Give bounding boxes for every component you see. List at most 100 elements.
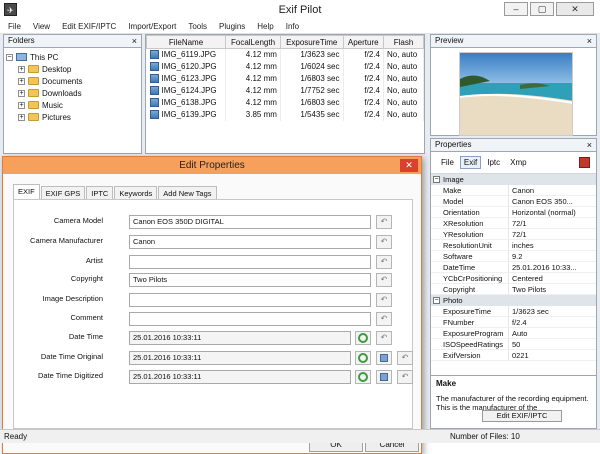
close-button[interactable]: ✕ — [556, 2, 594, 16]
menu-info[interactable]: Info — [286, 20, 299, 33]
expand-icon[interactable]: + — [18, 89, 25, 97]
tree-item-downloads[interactable]: + Downloads — [6, 87, 139, 99]
tab-keywords[interactable]: Keywords — [114, 186, 158, 199]
revert-icon[interactable]: ↶ — [376, 293, 392, 307]
revert-icon[interactable]: ↶ — [376, 312, 392, 326]
copyright-input[interactable]: Two Pilots — [129, 273, 371, 287]
expand-icon[interactable]: + — [18, 113, 25, 121]
revert-icon[interactable]: ↶ — [376, 235, 392, 249]
property-row[interactable]: ISOSpeedRatings 50 — [431, 339, 596, 350]
table-row[interactable]: IMG_6124.JPG 4.12 mm 1/7752 sec f/2.4 No… — [146, 84, 425, 97]
tab-add-new-tags[interactable]: Add New Tags — [158, 186, 217, 199]
section-image[interactable]: − Image — [431, 174, 596, 185]
menu-file[interactable]: File — [8, 20, 21, 33]
expand-icon[interactable]: + — [18, 77, 25, 85]
status-text: Ready — [4, 432, 28, 441]
property-row[interactable]: Copyright Two Pilots — [431, 284, 596, 295]
folder-tree: − This PC + Desktop + Documents + Downlo… — [4, 48, 141, 126]
date-time-input[interactable]: 25.01.2016 10:33:11 — [129, 331, 351, 345]
folders-close-icon[interactable]: × — [132, 35, 137, 47]
artist-input[interactable] — [129, 255, 371, 269]
column-header-exposure-time[interactable]: ExposureTime — [279, 35, 344, 49]
revert-icon[interactable]: ↶ — [376, 255, 392, 269]
aperture: f/2.4 — [343, 72, 384, 85]
expand-icon[interactable]: + — [18, 65, 25, 73]
menu-help[interactable]: Help — [257, 20, 273, 33]
menu-plugins[interactable]: Plugins — [219, 20, 245, 33]
column-header-focal-length[interactable]: FocalLength — [225, 35, 281, 49]
property-value: Auto — [512, 329, 528, 338]
properties-close-icon[interactable]: × — [587, 139, 592, 151]
property-row[interactable]: XResolution 72/1 — [431, 218, 596, 229]
tab-iptc[interactable]: Iptc — [483, 156, 504, 169]
tab-xmp[interactable]: Xmp — [506, 156, 530, 169]
property-row[interactable]: YResolution 72/1 — [431, 229, 596, 240]
table-row[interactable]: IMG_6119.JPG 4.12 mm 1/3623 sec f/2.4 No… — [146, 48, 425, 61]
tree-item-music[interactable]: + Music — [6, 99, 139, 111]
property-row[interactable]: Orientation Horizontal (normal) — [431, 207, 596, 218]
property-row[interactable]: Software 9.2 — [431, 251, 596, 262]
clock-icon[interactable] — [355, 351, 371, 365]
clock-icon[interactable] — [355, 331, 371, 345]
tab-iptc[interactable]: IPTC — [86, 186, 114, 199]
property-row[interactable]: FNumber f/2.4 — [431, 317, 596, 328]
minimize-button[interactable]: – — [504, 2, 528, 16]
table-row[interactable]: IMG_6123.JPG 4.12 mm 1/6803 sec f/2.4 No… — [146, 72, 425, 85]
maximize-button[interactable]: ▢ — [530, 2, 554, 16]
tab-exif[interactable]: EXIF — [13, 184, 40, 199]
property-row[interactable]: Model Canon EOS 350... — [431, 196, 596, 207]
camera-manufacturer-input[interactable]: Canon — [129, 235, 371, 249]
dialog-tabs: EXIF EXIF GPS IPTC Keywords Add New Tags — [13, 184, 218, 199]
collapse-icon[interactable]: − — [433, 176, 440, 183]
menu-view[interactable]: View — [33, 20, 50, 33]
edit-exif-iptc-button[interactable]: Edit EXIF/IPTC — [482, 410, 562, 422]
date-time-original-input[interactable]: 25.01.2016 10:33:11 — [129, 351, 351, 365]
table-row[interactable]: IMG_6120.JPG 4.12 mm 1/6024 sec f/2.4 No… — [146, 60, 425, 73]
property-row[interactable]: ResolutionUnit inches — [431, 240, 596, 251]
revert-icon[interactable]: ↶ — [376, 215, 392, 229]
revert-icon[interactable]: ↶ — [376, 331, 392, 345]
dialog-close-button[interactable]: ✕ — [400, 159, 418, 172]
copy-icon[interactable] — [376, 370, 392, 384]
expand-icon[interactable]: + — [18, 101, 25, 109]
menu-tools[interactable]: Tools — [188, 20, 207, 33]
column-header-aperture[interactable]: Aperture — [342, 35, 384, 49]
table-row[interactable]: IMG_6139.JPG 3.85 mm 1/5435 sec f/2.4 No… — [146, 108, 425, 121]
export-icon[interactable] — [579, 157, 590, 168]
menu-edit-exif-iptc[interactable]: Edit EXIF/IPTC — [62, 20, 116, 33]
revert-icon[interactable]: ↶ — [397, 351, 413, 365]
section-photo[interactable]: − Photo — [431, 295, 596, 306]
camera-model-input[interactable]: Canon EOS 350D DIGITAL — [129, 215, 371, 229]
copy-icon[interactable] — [376, 351, 392, 365]
image-description-input[interactable] — [129, 293, 371, 307]
description-title: Make — [436, 379, 457, 388]
tab-file[interactable]: File — [437, 156, 458, 169]
revert-icon[interactable]: ↶ — [376, 273, 392, 287]
file-count: Number of Files: 10 — [450, 432, 520, 441]
date-time-digitized-input[interactable]: 25.01.2016 10:33:11 — [129, 370, 351, 384]
tab-exif[interactable]: Exif — [459, 156, 482, 169]
preview-close-icon[interactable]: × — [587, 35, 592, 47]
property-row[interactable]: Make Canon — [431, 185, 596, 196]
table-row[interactable]: IMG_6138.JPG 4.12 mm 1/6803 sec f/2.4 No… — [146, 96, 425, 109]
tree-item-pictures[interactable]: + Pictures — [6, 111, 139, 123]
menu-bar: File View Edit EXIF/IPTC Import/Export T… — [0, 20, 600, 34]
column-header-flash[interactable]: Flash — [382, 35, 425, 49]
property-row[interactable]: ExifVersion 0221 — [431, 350, 596, 361]
revert-icon[interactable]: ↶ — [397, 370, 413, 384]
collapse-icon[interactable]: − — [433, 297, 440, 304]
preview-panel: Preview × — [430, 34, 597, 136]
tab-exif-gps[interactable]: EXIF GPS — [40, 186, 86, 199]
column-header-filename[interactable]: FileName — [145, 35, 227, 49]
property-row[interactable]: ExposureTime 1/3623 sec — [431, 306, 596, 317]
tree-item-desktop[interactable]: + Desktop — [6, 63, 139, 75]
tree-item-documents[interactable]: + Documents — [6, 75, 139, 87]
tree-item-this-pc[interactable]: − This PC — [6, 51, 139, 63]
comment-input[interactable] — [129, 312, 371, 326]
property-row[interactable]: ExposureProgram Auto — [431, 328, 596, 339]
collapse-icon[interactable]: − — [6, 53, 13, 61]
property-row[interactable]: DateTime 25.01.2016 10:33... — [431, 262, 596, 273]
clock-icon[interactable] — [355, 370, 371, 384]
property-row[interactable]: YCbCrPositioning Centered — [431, 273, 596, 284]
menu-import-export[interactable]: Import/Export — [128, 20, 176, 33]
